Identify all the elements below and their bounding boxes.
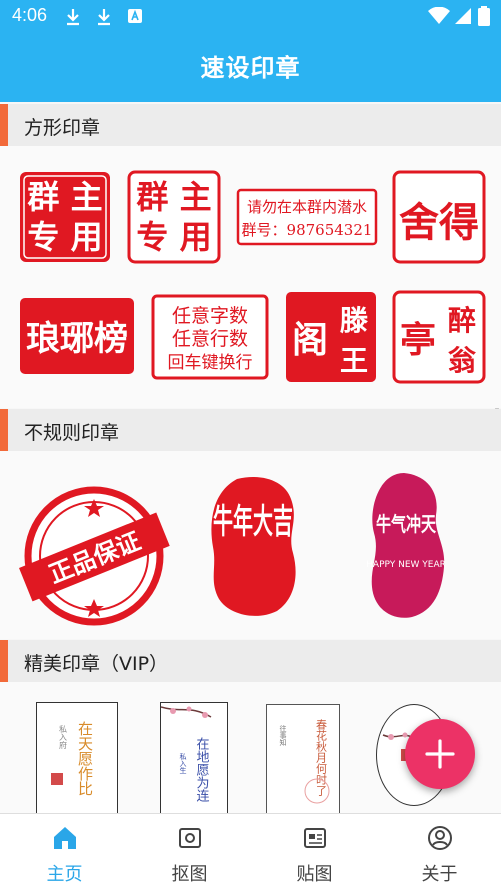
section-header-irregular: 不规则印章: [0, 409, 501, 451]
vip-text: 在天愿作比: [76, 721, 94, 796]
seal-text: 滕: [340, 304, 368, 337]
vip-seal-item[interactable]: 春花秋月何时了 往事知: [266, 704, 340, 816]
nav-item-sticker[interactable]: 贴图: [252, 814, 377, 891]
plus-icon: [425, 739, 455, 769]
nav-label: 关于: [421, 864, 458, 885]
irregular-seal-row: 正品保证 牛年大吉 牛气冲天 HAPPY NEW YEAR: [0, 451, 501, 639]
seal-item[interactable]: 亭 醉 翁: [392, 290, 486, 384]
sticker-icon: [304, 828, 326, 848]
seal-item[interactable]: 阁 滕 王: [284, 290, 378, 384]
wifi-icon: [428, 6, 450, 29]
download-icon: [65, 8, 81, 30]
battery-icon: [478, 6, 490, 30]
seal-text: 牛年大吉: [213, 502, 293, 542]
vip-text: 在地愿为连: [194, 737, 210, 803]
seal-item[interactable]: 正品保证: [16, 481, 172, 631]
home-icon: [54, 827, 76, 849]
section-accent-bar: [0, 409, 8, 451]
section-header-square: 方形印章: [0, 104, 501, 146]
seal-item[interactable]: 群 主 专 用: [18, 170, 112, 264]
seal-text: 阁: [292, 319, 328, 361]
seal-text: 群 主: [136, 178, 211, 216]
square-seal-grid: 群 主 专 用 群 主 专 用 请勿在本群内潜水 群号：987654321 舍得…: [0, 146, 501, 408]
seal-text: 醉: [448, 304, 476, 337]
nav-item-about[interactable]: 关于: [377, 814, 501, 891]
vip-seal-art: 在天愿作比 私入府: [51, 721, 94, 796]
about-icon: [428, 826, 452, 850]
seal-text: 群 主: [27, 178, 102, 216]
section-title: 不规则印章: [24, 422, 120, 444]
seal-text: 舍得: [399, 199, 479, 246]
section-accent-bar: [0, 640, 8, 682]
section-accent-bar: [0, 104, 8, 146]
seal-item[interactable]: 牛气冲天 HAPPY NEW YEAR: [364, 471, 448, 621]
notification-a-icon: [127, 8, 143, 28]
seal-text: 专 用: [27, 218, 102, 256]
page-title: 速设印章: [200, 54, 301, 82]
section-title: 方形印章: [24, 117, 101, 139]
seal-item[interactable]: 牛年大吉: [207, 475, 299, 617]
seal-item[interactable]: 琅琊榜: [18, 296, 136, 376]
nav-label: 主页: [46, 864, 83, 885]
seal-text: 群号：987654321: [242, 221, 373, 239]
seal-item[interactable]: 任意字数 任意行数 回车键换行: [151, 294, 269, 380]
signal-icon: [454, 7, 472, 29]
vip-text: 春花秋月何时了: [315, 719, 328, 796]
seal-text: 琅琊榜: [26, 319, 128, 359]
nav-label: 贴图: [296, 864, 333, 885]
seal-item[interactable]: 请勿在本群内潜水 群号：987654321: [236, 188, 378, 246]
seal-item[interactable]: 群 主 专 用: [127, 170, 221, 264]
seal-text: 亭: [400, 319, 436, 361]
seal-text: 回车键换行: [168, 353, 253, 373]
status-bar: 4:06: [0, 0, 501, 34]
vip-seal-art: 春花秋月何时了 往事知: [279, 719, 330, 804]
seal-text: 王: [340, 344, 368, 377]
vip-seal-art: 在地愿为连 私入生: [160, 706, 212, 803]
seal-text: 请勿在本群内潜水: [247, 198, 367, 216]
seal-text: 任意字数: [172, 305, 248, 327]
vip-seal-item[interactable]: 在地愿为连 私入生: [160, 702, 228, 816]
seal-text: 翁: [448, 344, 476, 377]
status-time: 4:06: [12, 5, 48, 25]
svg-text:往事知: 往事知: [279, 724, 287, 747]
nav-item-crop[interactable]: 抠图: [127, 814, 252, 891]
seal-text: 专 用: [136, 218, 211, 256]
seal-subtext: HAPPY NEW YEAR: [366, 560, 446, 570]
section-header-vip: 精美印章（VIP）: [0, 640, 501, 682]
bottom-nav: 主页 抠图 贴图 关于: [0, 813, 501, 891]
add-button[interactable]: [405, 719, 475, 789]
seal-text: 任意行数: [172, 328, 248, 350]
seal-item[interactable]: 舍得: [392, 170, 486, 264]
download-icon: [96, 8, 112, 30]
section-title: 精美印章（VIP）: [24, 653, 169, 675]
svg-text:私入生: 私入生: [179, 752, 187, 774]
seal-text: 牛气冲天: [376, 512, 437, 536]
app-bar: 速设印章: [0, 34, 501, 102]
vip-seal-item[interactable]: 在天愿作比 私入府: [36, 702, 118, 816]
nav-item-home[interactable]: 主页: [2, 814, 127, 891]
svg-text:私入府: 私入府: [59, 725, 68, 750]
nav-label: 抠图: [171, 864, 208, 885]
crop-icon: [179, 828, 201, 848]
